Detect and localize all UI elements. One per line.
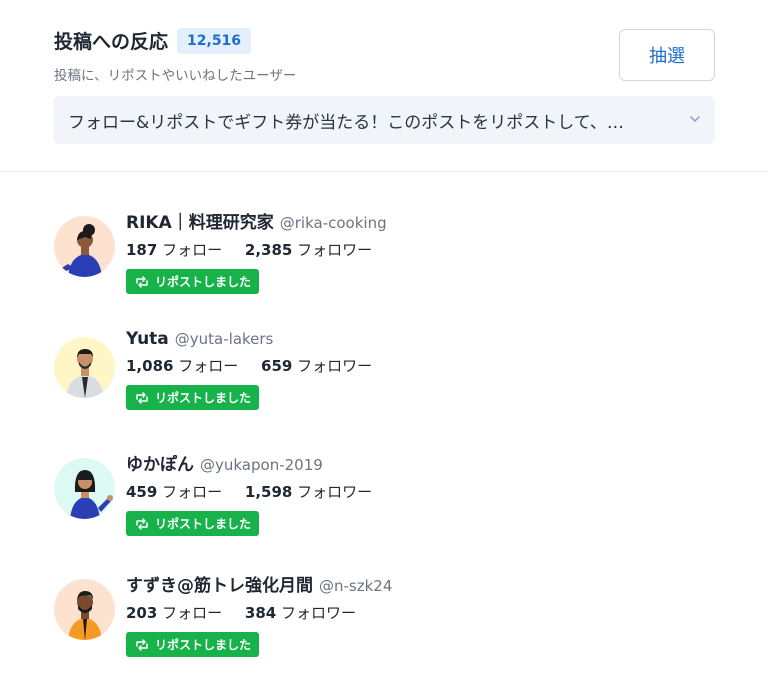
user-stats: 459 フォロー 1,598 フォロワー xyxy=(126,481,372,502)
reposted-badge: リポストしました xyxy=(126,385,260,410)
following-label: フォロー xyxy=(162,483,223,501)
repost-icon xyxy=(136,275,148,288)
list-item[interactable]: すずき@筋トレ強化月間 @n-szk24 203 フォロー 384 フォロワー … xyxy=(54,571,714,671)
user-handle: @yukapon-2019 xyxy=(200,456,323,474)
following-label: フォロー xyxy=(162,604,223,622)
following-count: 203 xyxy=(126,604,158,622)
reaction-count-badge: 12,516 xyxy=(177,27,252,54)
title-row: 投稿への反応 12,516 xyxy=(54,27,252,54)
repost-icon xyxy=(136,391,148,404)
reposted-badge: リポストしました xyxy=(126,511,260,536)
user-handle: @yuta-lakers xyxy=(174,330,274,348)
reactions-header: 投稿への反応 12,516 投稿に、リポストやいいねしたユーザー 抽選 フォロー… xyxy=(0,0,768,172)
following-label: フォロー xyxy=(178,357,239,375)
user-stats: 187 フォロー 2,385 フォロワー xyxy=(126,239,387,260)
reposted-label: リポストしました xyxy=(155,391,252,405)
followers-count: 659 xyxy=(261,357,293,375)
following-count: 1,086 xyxy=(126,357,174,375)
page-subtitle: 投稿に、リポストやいいねしたユーザー xyxy=(54,68,297,84)
followers-count: 384 xyxy=(244,604,277,622)
repost-icon xyxy=(136,517,148,530)
user-name[interactable]: Yuta xyxy=(126,329,169,349)
followers-label: フォロワー xyxy=(297,483,373,501)
followers-label: フォロワー xyxy=(297,357,373,375)
followers-count: 2,385 xyxy=(244,241,293,259)
list-item[interactable]: Yuta @yuta-lakers 1,086 フォロー 659 フォロワー リ… xyxy=(54,329,714,429)
page-title: 投稿への反応 xyxy=(54,31,169,53)
draw-lottery-button[interactable]: 抽選 xyxy=(619,29,715,81)
reposted-badge: リポストしました xyxy=(126,632,260,657)
following-count: 187 xyxy=(126,241,158,259)
user-handle: @rika-cooking xyxy=(279,214,387,232)
user-stats: 203 フォロー 384 フォロワー xyxy=(126,602,392,623)
list-item[interactable]: RIKA｜料理研究家 @rika-cooking 187 フォロー 2,385 … xyxy=(54,208,714,308)
reposted-label: リポストしました xyxy=(155,275,252,289)
avatar[interactable] xyxy=(54,337,115,398)
following-count: 459 xyxy=(126,483,158,501)
followers-label: フォロワー xyxy=(280,604,356,622)
user-name[interactable]: すずき@筋トレ強化月間 xyxy=(126,571,313,596)
chevron-down-icon xyxy=(690,116,700,122)
user-name[interactable]: RIKA｜料理研究家 xyxy=(126,208,274,233)
avatar[interactable] xyxy=(54,458,115,519)
followers-label: フォロワー xyxy=(297,241,373,259)
list-item[interactable]: ゆかぽん @yukapon-2019 459 フォロー 1,598 フォロワー … xyxy=(54,450,714,550)
repost-icon xyxy=(136,638,148,651)
user-stats: 1,086 フォロー 659 フォロワー xyxy=(126,355,372,376)
user-info: Yuta @yuta-lakers 1,086 フォロー 659 フォロワー リ… xyxy=(126,329,372,410)
reposted-badge: リポストしました xyxy=(126,269,260,294)
following-label: フォロー xyxy=(162,241,223,259)
post-select-value: フォロー&リポストでギフト券が当たる！このポストをリポストして、… xyxy=(68,112,624,133)
user-name[interactable]: ゆかぽん xyxy=(126,450,194,475)
user-info: すずき@筋トレ強化月間 @n-szk24 203 フォロー 384 フォロワー … xyxy=(126,571,392,657)
reposted-label: リポストしました xyxy=(155,517,252,531)
followers-count: 1,598 xyxy=(244,483,293,501)
avatar[interactable] xyxy=(54,216,115,277)
avatar[interactable] xyxy=(54,579,115,640)
user-info: RIKA｜料理研究家 @rika-cooking 187 フォロー 2,385 … xyxy=(126,208,387,294)
reposted-label: リポストしました xyxy=(155,638,252,652)
post-select-dropdown[interactable]: フォロー&リポストでギフト券が当たる！このポストをリポストして、… xyxy=(54,96,715,144)
user-handle: @n-szk24 xyxy=(319,577,393,595)
user-info: ゆかぽん @yukapon-2019 459 フォロー 1,598 フォロワー … xyxy=(126,450,372,536)
